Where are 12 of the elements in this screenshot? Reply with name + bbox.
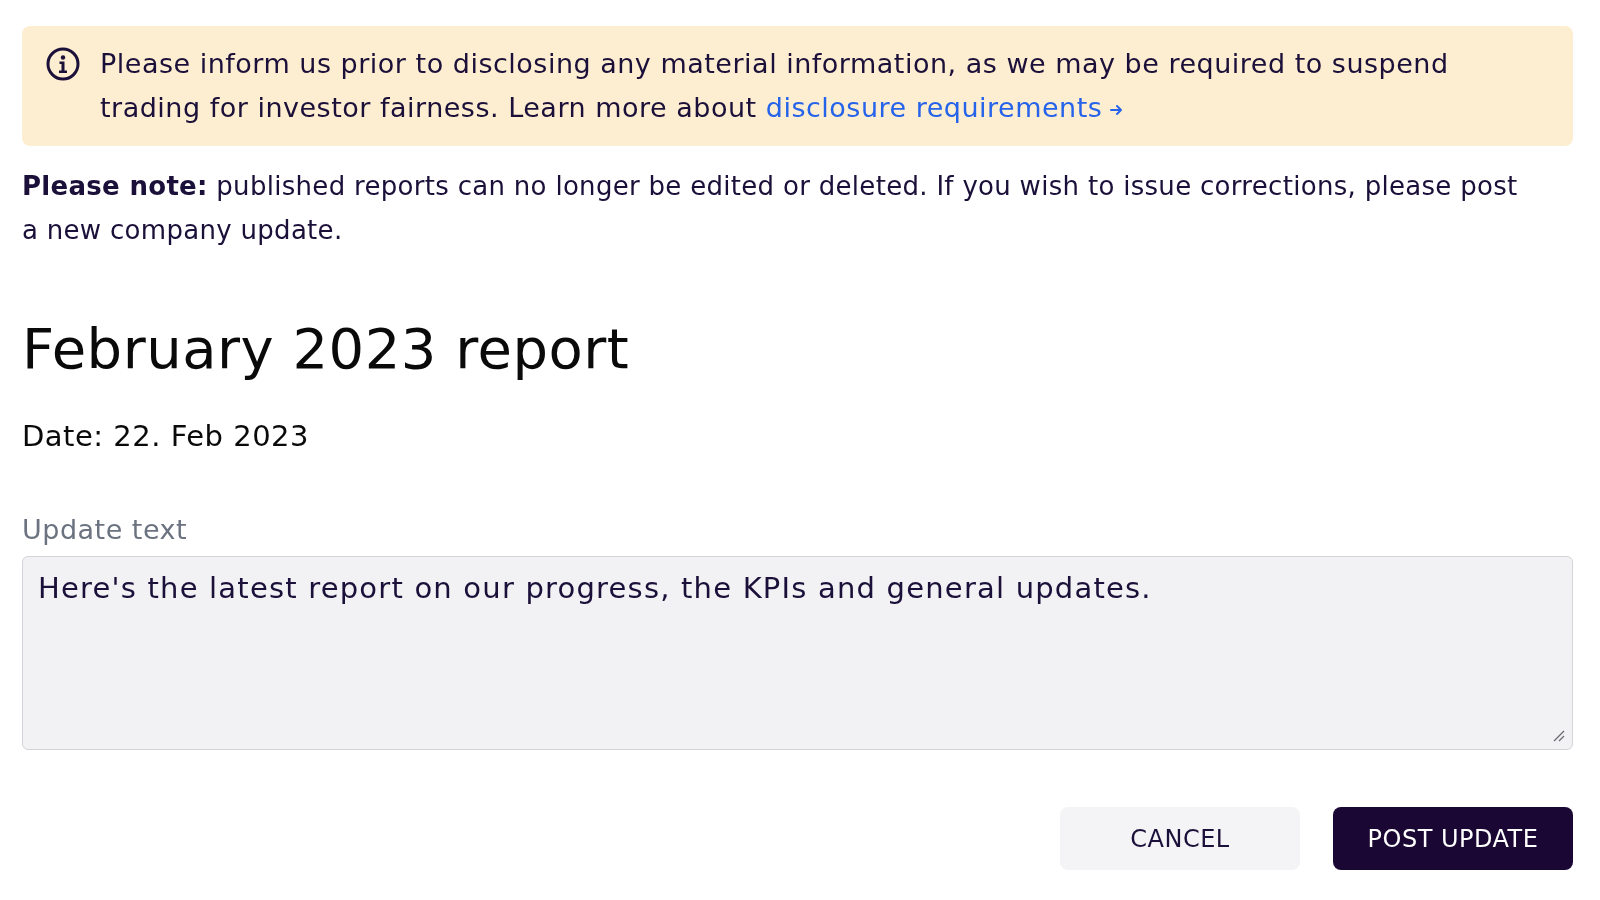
note-text: Please note: published reports can no longer be edited or deleted. If you wish to issue corrections, please post a new company update. (22, 170, 1519, 247)
resize-handle-icon[interactable] (1553, 730, 1565, 742)
arrow-right-icon (1110, 103, 1125, 116)
notice-text: Please inform us prior to disclosing any material information, as we may be required to suspend trading for investor fairness. Learn more about disclosure requirements (100, 47, 1450, 125)
disclosure-link[interactable]: disclosure requirements (765, 92, 1125, 123)
update-text-field[interactable]: Here's the latest report on our progress, the KPIs and general updates. (22, 556, 1573, 750)
field-label: Update text (22, 513, 189, 547)
info-icon (46, 47, 80, 81)
report-date: Date: 22. Feb 2023 (22, 418, 310, 455)
cancel-button[interactable]: CANCEL (1060, 807, 1300, 870)
post-update-button[interactable]: POST UPDATE (1333, 807, 1573, 870)
report-title: February 2023 report (22, 318, 631, 380)
